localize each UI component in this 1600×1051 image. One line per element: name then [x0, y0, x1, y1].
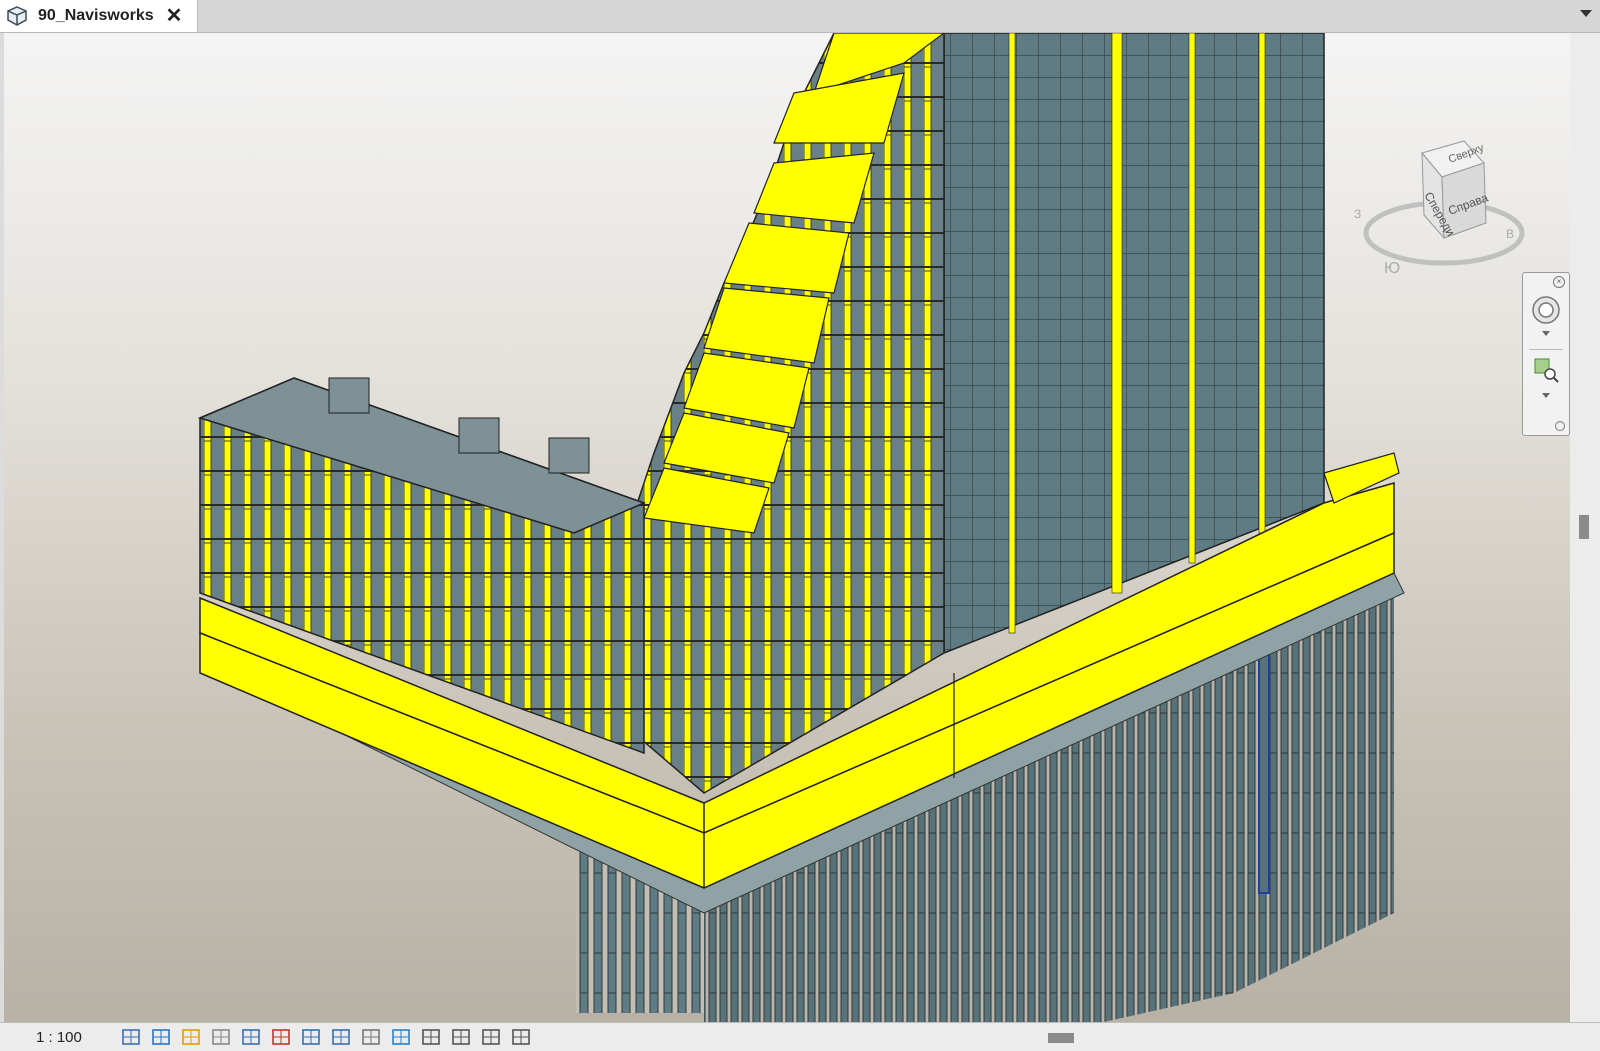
view-scale[interactable]: 1 : 100 [36, 1029, 82, 1046]
stepped-terrace-block [633, 33, 945, 794]
reveal-hidden-elements-icon[interactable] [360, 1026, 382, 1048]
detail-level-icon[interactable] [120, 1026, 142, 1048]
3d-viewport[interactable]: Сверху Спереди Справа Ю З В [4, 33, 1570, 1022]
selected-pile [1258, 637, 1270, 894]
analytical-model-icon[interactable] [420, 1026, 442, 1048]
visual-style-icon[interactable] [150, 1026, 172, 1048]
view-control-bar: 1 : 100 [0, 1022, 1600, 1051]
show-crop-region-icon[interactable] [270, 1026, 292, 1048]
highlight-displacement-icon[interactable] [450, 1026, 472, 1048]
steering-wheel-icon[interactable] [1531, 295, 1561, 325]
horizontal-scroll-thumb[interactable] [1048, 1033, 1074, 1043]
reveal-constraints-icon[interactable] [480, 1026, 502, 1048]
compass-south-label[interactable]: Ю [1384, 260, 1400, 277]
3d-view-icon [7, 6, 27, 26]
building-model [197, 33, 1405, 1022]
view-tab-label: 90_Navisworks [38, 7, 154, 24]
viewcube-widget[interactable]: Сверху Спереди Справа Ю З В [1354, 133, 1544, 293]
chevron-down-icon[interactable] [1542, 331, 1550, 336]
view-tab[interactable]: 90_Navisworks ✕ [0, 0, 198, 32]
temporary-view-properties-icon[interactable] [390, 1026, 412, 1048]
tab-list-dropdown-icon[interactable] [1580, 10, 1592, 17]
zoom-region-icon[interactable] [1533, 357, 1559, 383]
unlock-3d-view-icon[interactable] [300, 1026, 322, 1048]
vertical-scroll-thumb[interactable] [1579, 515, 1589, 539]
temporary-hide-isolate-icon[interactable] [330, 1026, 352, 1048]
crop-view-icon[interactable] [240, 1026, 262, 1048]
close-icon[interactable]: × [1553, 276, 1565, 288]
navigation-bar: × [1522, 272, 1570, 436]
shadows-icon[interactable] [210, 1026, 232, 1048]
close-icon[interactable]: ✕ [166, 6, 183, 26]
view-tab-bar: 90_Navisworks ✕ [0, 0, 1600, 33]
sun-path-icon[interactable] [180, 1026, 202, 1048]
chevron-down-icon[interactable] [1542, 393, 1550, 398]
compass-west-label[interactable]: З [1354, 207, 1361, 221]
vertical-scrollbar[interactable] [1570, 33, 1600, 1022]
options-icon[interactable] [1555, 421, 1565, 431]
worksharing-display-icon[interactable] [510, 1026, 532, 1048]
compass-east-label[interactable]: В [1506, 227, 1514, 241]
